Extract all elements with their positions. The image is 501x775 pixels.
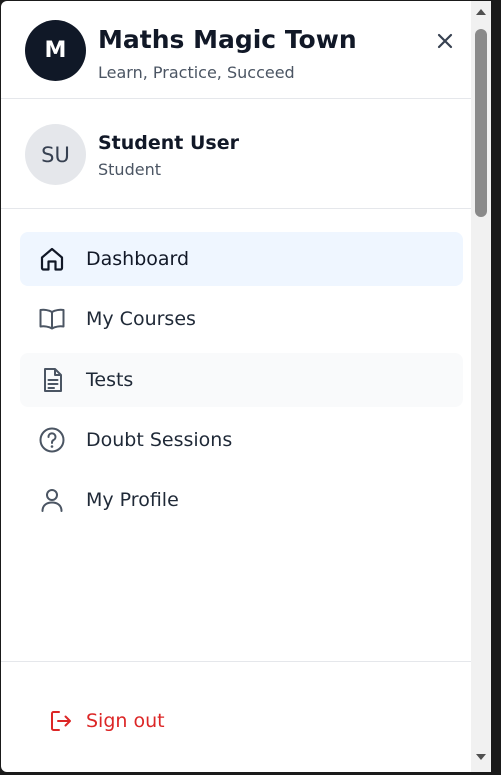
avatar: SU — [25, 124, 86, 185]
app-logo: M — [25, 20, 86, 81]
app-subtitle: Learn, Practice, Succeed — [98, 63, 295, 82]
navigation-drawer: M Maths Magic Town Learn, Practice, Succ… — [1, 1, 471, 772]
window-edge — [491, 0, 501, 775]
nav-label-dashboard: Dashboard — [86, 248, 190, 270]
nav-item-tests[interactable]: Tests — [20, 353, 463, 407]
logo-letter: M — [44, 38, 67, 63]
nav-label-my-profile: My Profile — [86, 489, 179, 511]
nav-item-dashboard[interactable]: Dashboard — [20, 232, 463, 286]
nav-item-my-profile[interactable]: My Profile — [20, 473, 463, 527]
user-icon — [41, 489, 63, 512]
scroll-up-arrow-icon[interactable] — [476, 9, 486, 15]
user-section: SU Student User Student — [1, 99, 471, 209]
user-role: Student — [98, 160, 161, 179]
scroll-down-arrow-icon[interactable] — [476, 754, 486, 760]
nav-label-doubt-sessions: Doubt Sessions — [86, 429, 233, 451]
nav-label-my-courses: My Courses — [86, 308, 196, 330]
close-icon — [437, 33, 453, 49]
nav-item-my-courses[interactable]: My Courses — [20, 292, 463, 346]
document-icon — [44, 368, 62, 392]
close-button[interactable] — [429, 25, 461, 57]
drawer-header: M Maths Magic Town Learn, Practice, Succ… — [1, 1, 471, 99]
nav-item-doubt-sessions[interactable]: Doubt Sessions — [20, 413, 463, 467]
question-circle-icon — [39, 427, 65, 453]
user-name: Student User — [98, 132, 239, 154]
book-open-icon — [39, 308, 65, 330]
app-title: Maths Magic Town — [98, 25, 357, 54]
logout-icon — [51, 711, 71, 731]
drawer-footer: Sign out — [1, 661, 471, 772]
nav-label-tests: Tests — [86, 369, 134, 391]
sign-out-button[interactable]: Sign out — [49, 706, 165, 736]
avatar-initials: SU — [41, 142, 70, 167]
vertical-scrollbar[interactable] — [471, 1, 491, 772]
sign-out-label: Sign out — [86, 710, 165, 732]
scroll-thumb[interactable] — [475, 29, 487, 217]
home-icon — [40, 247, 64, 271]
